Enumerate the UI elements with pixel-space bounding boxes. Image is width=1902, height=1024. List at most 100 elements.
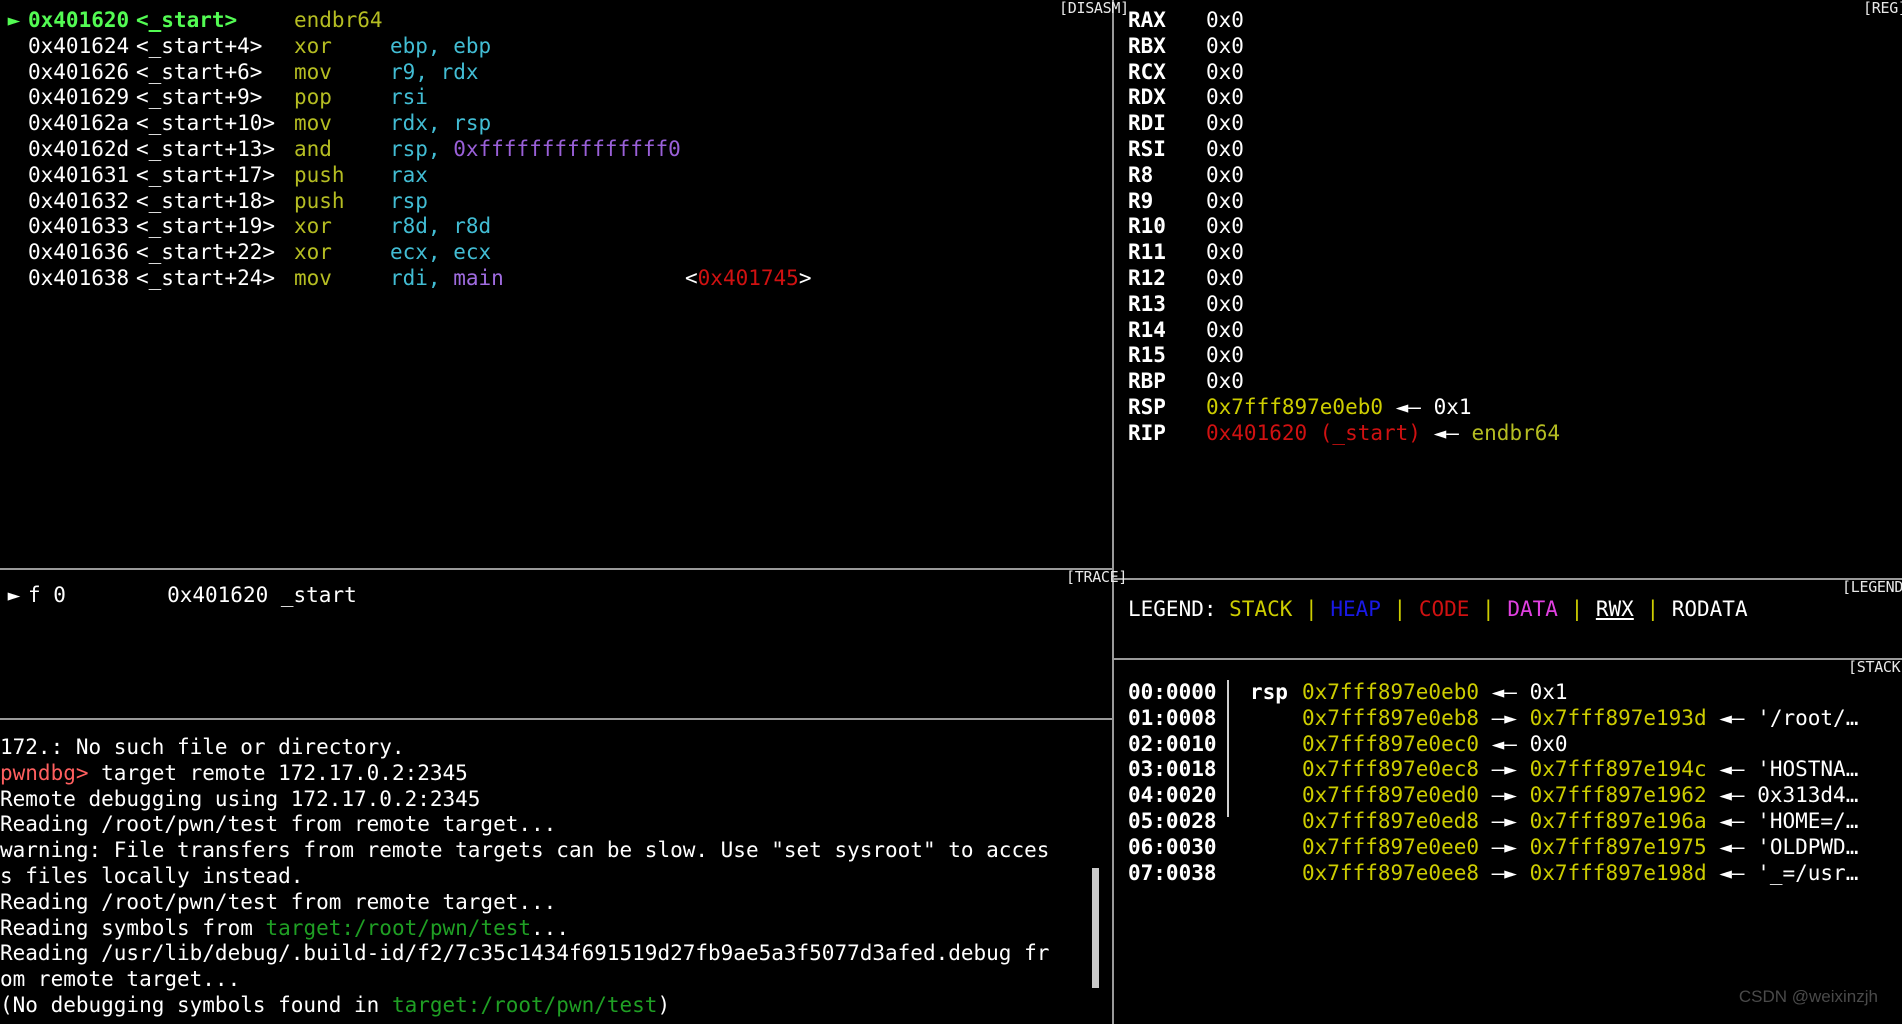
trace-row[interactable]: ► f 0 0x401620 _start	[0, 583, 914, 609]
disasm-row[interactable]: 0x401636 <_start+22> xor ecx, ecx	[0, 240, 914, 266]
disasm-address: 0x401632	[28, 188, 130, 213]
disasm-address: 0x401633	[28, 214, 130, 239]
legend-prefix: LEGEND:	[1128, 597, 1230, 621]
stack-panel[interactable]: 00:0000 rsp 0x7fff897e0eb0 ◄— 0x1 01:0008 …	[1128, 680, 1858, 886]
stack-deref-arrow-icon: ◄—	[1706, 808, 1758, 833]
registers-panel[interactable]: RAX 0x0 RBX 0x0 RCX 0x0 RDX 0x0 RDI 0x0 RSI 0x0 R8 0x…	[1128, 8, 1560, 447]
register-row[interactable]: RDI 0x0	[1128, 111, 1560, 137]
register-value: 0x0	[1206, 240, 1244, 265]
register-row[interactable]: RBX 0x0	[1128, 34, 1560, 60]
stack-address: 0x7fff897e0ee8	[1302, 860, 1480, 885]
register-row[interactable]: R11 0x0	[1128, 240, 1560, 266]
register-row[interactable]: RDX 0x0	[1128, 85, 1560, 111]
register-row[interactable]: R12 0x0	[1128, 266, 1560, 292]
console-line: pwndbg> target remote 172.17.0.2:2345	[0, 761, 914, 787]
disasm-address: 0x40162a	[28, 111, 130, 136]
panel-label-disasm: [DISASM]	[1059, 0, 1129, 17]
register-row[interactable]: R14 0x0	[1128, 318, 1560, 344]
console-path: target:/root/pwn/test	[391, 992, 658, 1017]
register-row[interactable]: RIP 0x401620 (_start) ◄— endbr64	[1128, 421, 1560, 447]
register-row[interactable]: R9 0x0	[1128, 189, 1560, 215]
register-name: RSI	[1128, 136, 1166, 161]
disasm-row[interactable]: 0x401632 <_start+18> push rsp	[0, 189, 914, 215]
stack-value: 0x313d4…	[1757, 783, 1859, 808]
stack-offset: 04:0020	[1128, 783, 1217, 808]
stack-row[interactable]: 01:0008 0x7fff897e0eb8 —► 0x7fff897e193d…	[1128, 706, 1858, 732]
disasm-row[interactable]: 0x40162a <_start+10> mov rdx, rsp	[0, 111, 914, 137]
stack-row[interactable]: 03:0018 0x7fff897e0ec8 —► 0x7fff897e194c…	[1128, 757, 1858, 783]
register-name: R15	[1128, 343, 1166, 368]
disasm-row[interactable]: 0x401631 <_start+17> push rax	[0, 163, 914, 189]
stack-address: 0x7fff897e0eb0	[1302, 680, 1480, 704]
disasm-mnemonic: mov	[294, 59, 332, 84]
register-value: 0x0	[1206, 265, 1244, 290]
stack-offset: 06:0030	[1128, 834, 1217, 859]
disasm-row[interactable]: 0x401633 <_start+19> xor r8d, r8d	[0, 214, 914, 240]
stack-row[interactable]: 06:0030 0x7fff897e0ee0 —► 0x7fff897e1975…	[1128, 835, 1858, 861]
disasm-symbol: <_start+9>	[136, 85, 263, 110]
register-row[interactable]: RSI 0x0	[1128, 137, 1560, 163]
register-row[interactable]: R15 0x0	[1128, 343, 1560, 369]
disasm-row-gutter	[0, 214, 28, 240]
legend-item-heap: HEAP	[1330, 597, 1381, 621]
console-output[interactable]: 172.: No such file or directory. pwndbg> …	[0, 735, 1049, 1019]
stack-value: '_=/usr…	[1757, 860, 1859, 885]
pwndbg-prompt[interactable]: pwndbg>	[0, 761, 89, 785]
register-row[interactable]: RSP 0x7fff897e0eb0 ◄— 0x1	[1128, 395, 1560, 421]
stack-address: 0x7fff897e0ed0	[1302, 783, 1480, 808]
backtrace-panel[interactable]: ► f 0 0x401620 _start	[0, 583, 914, 609]
stack-target: 0x7fff897e1975	[1529, 834, 1707, 859]
stack-row[interactable]: 05:0028 0x7fff897e0ed8 —► 0x7fff897e196a…	[1128, 809, 1858, 835]
console-scrollbar-thumb[interactable]	[1092, 868, 1099, 988]
register-row[interactable]: R8 0x0	[1128, 163, 1560, 189]
legend-item-data: DATA	[1507, 597, 1558, 621]
disasm-row[interactable]: 0x40162d <_start+13> and rsp, 0xfffffffffff…	[0, 137, 914, 163]
stack-row[interactable]: 00:0000 rsp 0x7fff897e0eb0 ◄— 0x1	[1128, 680, 1858, 706]
console-line: 172.: No such file or directory.	[0, 735, 914, 761]
register-row[interactable]: R10 0x0	[1128, 214, 1560, 240]
disasm-row-gutter	[0, 240, 28, 266]
trace-frame-index: f 0	[28, 583, 66, 607]
disasm-operands: r9, rdx	[390, 59, 479, 84]
disasm-mnemonic: xor	[294, 33, 332, 58]
disasm-row[interactable]: 0x401638 <_start+24> mov rdi, main <0x401745…	[0, 266, 914, 292]
stack-register-pointer: rsp	[1250, 680, 1288, 704]
stack-address: 0x7fff897e0ec0	[1302, 731, 1480, 756]
register-row[interactable]: RCX 0x0	[1128, 60, 1560, 86]
disasm-address: 0x401620	[28, 8, 130, 32]
disasm-row-gutter	[0, 111, 28, 137]
disasm-row[interactable]: ► 0x401620 <_start> endbr64	[0, 8, 914, 34]
disasm-operands: rdx, rsp	[390, 111, 492, 136]
console-text: Remote debugging using 172.17.0.2:2345	[0, 786, 481, 811]
stack-offset: 01:0008	[1128, 705, 1217, 730]
panel-label-legend: [LEGEND]	[1842, 578, 1902, 596]
disasm-address: 0x401638	[28, 265, 130, 290]
disasm-mnemonic: push	[294, 162, 345, 187]
legend-panel: LEGEND: STACK | HEAP | CODE | DATA | RWX…	[1128, 597, 1748, 623]
disasm-symbol: <_start+17>	[136, 162, 276, 187]
disasm-row-gutter	[0, 266, 28, 292]
disasm-row[interactable]: 0x401626 <_start+6> mov r9, rdx	[0, 60, 914, 86]
deref-arrow-icon: ◄—	[1420, 420, 1472, 445]
console-line: Reading /usr/lib/debug/.build-id/f2/7c35…	[0, 941, 1049, 967]
register-row[interactable]: RBP 0x0	[1128, 369, 1560, 395]
stack-row[interactable]: 02:0010 0x7fff897e0ec0 ◄— 0x0	[1128, 732, 1858, 758]
legend-separator: |	[1557, 597, 1596, 621]
stack-arrow-icon: —►	[1479, 860, 1530, 885]
legend-separator: |	[1633, 597, 1672, 621]
register-row[interactable]: R13 0x0	[1128, 292, 1560, 318]
disasm-row[interactable]: 0x401624 <_start+4> xor ebp, ebp	[0, 34, 914, 60]
disasm-row[interactable]: 0x401629 <_start+9> pop rsi	[0, 85, 914, 111]
disasm-symbol: <_start+18>	[136, 188, 276, 213]
vertical-divider-main	[1112, 0, 1114, 1024]
disasm-symbol: <_start+19>	[136, 214, 276, 239]
console-line: Reading /root/pwn/test from remote targe…	[0, 812, 914, 838]
stack-row[interactable]: 04:0020 0x7fff897e0ed0 —► 0x7fff897e1962…	[1128, 783, 1858, 809]
register-row[interactable]: RAX 0x0	[1128, 8, 1560, 34]
panel-label-trace: [TRACE]	[1066, 568, 1128, 586]
console-path: target:/root/pwn/test	[265, 915, 532, 940]
register-value: 0x0	[1206, 111, 1244, 136]
stack-row[interactable]: 07:0038 0x7fff897e0ee8 —► 0x7fff897e198d…	[1128, 861, 1858, 887]
disassembly-panel[interactable]: ► 0x401620 <_start> endbr64 0x401624 <_start…	[0, 8, 914, 292]
console-text: ...	[531, 915, 569, 940]
